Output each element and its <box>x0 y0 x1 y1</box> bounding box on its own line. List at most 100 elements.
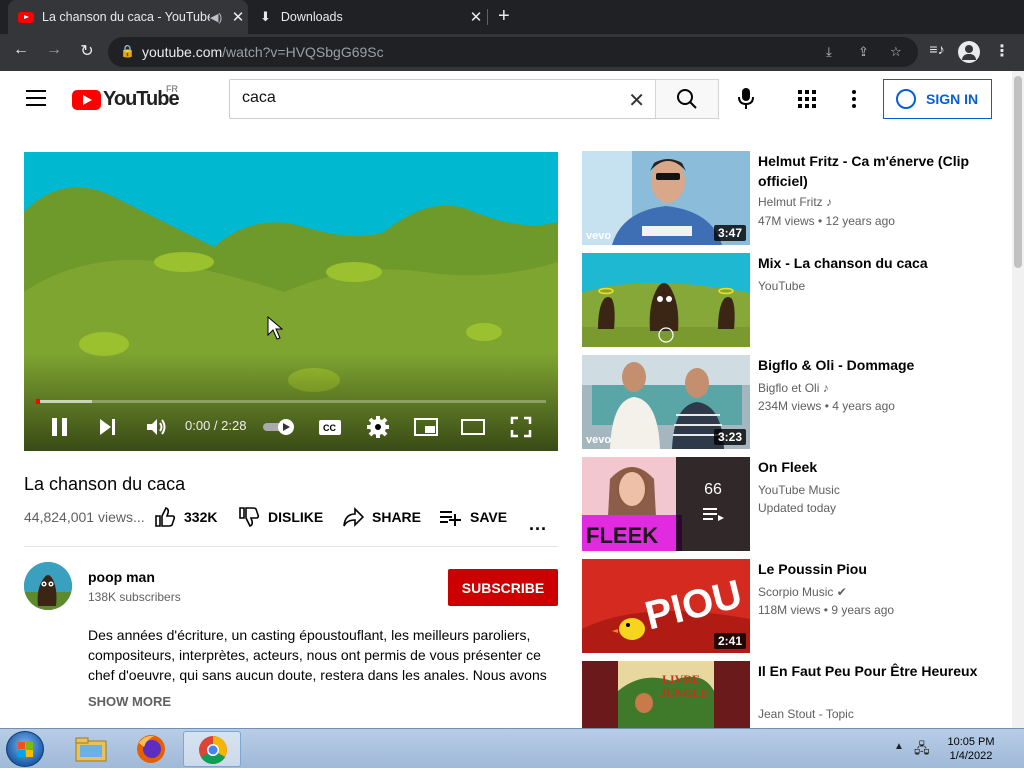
theater-mode-button[interactable] <box>460 416 486 441</box>
video-thumbnail[interactable]: vevo 3:23 <box>582 355 750 449</box>
search-input[interactable] <box>242 89 602 107</box>
next-button[interactable] <box>98 417 118 440</box>
recommendation-title[interactable]: Le Poussin Piou <box>758 559 998 579</box>
sign-in-button[interactable]: SIGN IN <box>883 79 992 119</box>
recommendation-channel[interactable]: Jean Stout - Topic <box>758 707 854 721</box>
recommendation-meta: 234M views • 4 years ago <box>758 399 895 413</box>
settings-button[interactable] <box>366 415 390 442</box>
recommendation-meta: Updated today <box>758 501 837 515</box>
share-button[interactable]: SHARE <box>342 506 421 528</box>
search-button[interactable] <box>655 79 719 119</box>
recommendation-item[interactable]: PIOU 2:41 Le Poussin Piou Scorpio Music … <box>582 559 1002 653</box>
reload-icon[interactable]: ↻ <box>76 41 98 61</box>
seek-bar[interactable] <box>36 399 546 404</box>
recommendation-channel[interactable]: YouTube Music <box>758 483 840 497</box>
search-box[interactable]: ✕ <box>229 79 656 119</box>
recommendation-item[interactable]: vevo 3:23 Bigflo & Oli - Dommage Bigflo … <box>582 355 1002 449</box>
recommendation-channel[interactable]: Scorpio Music ✔ <box>758 585 847 599</box>
recommendation-channel[interactable]: Helmut Fritz ♪ <box>758 195 832 209</box>
lock-icon[interactable]: 🔒 <box>120 44 135 58</box>
dislike-button[interactable]: DISLIKE <box>238 506 323 528</box>
start-button[interactable] <box>6 731 44 767</box>
tab-youtube[interactable]: La chanson du caca - YouTube ◀) ✕ <box>8 0 248 34</box>
video-title: La chanson du caca <box>24 474 186 494</box>
forward-icon[interactable]: → <box>43 41 65 59</box>
fullscreen-button[interactable] <box>510 416 532 441</box>
show-hidden-icons[interactable]: ▲ <box>894 741 904 752</box>
account-icon <box>896 89 916 109</box>
taskbar-firefox[interactable] <box>122 731 180 767</box>
playlist-thumbnail[interactable]: FLEEK 66 <box>582 457 750 551</box>
download-icon: ⬇ <box>260 9 271 24</box>
tab-downloads[interactable]: ⬇ Downloads ✕ <box>250 0 486 34</box>
recommendation-title[interactable]: Bigflo & Oli - Dommage <box>758 355 998 375</box>
duration-badge: 2:41 <box>713 633 746 649</box>
address-bar[interactable]: 🔒 youtube.com/watch?v=HVQSbgG69Sc ⤓ ⇪ ☆ <box>108 37 918 67</box>
close-tab-icon[interactable]: ✕ <box>228 8 248 26</box>
recommendation-channel[interactable]: YouTube <box>758 279 805 293</box>
view-count[interactable]: 44,824,001 views... <box>24 509 145 525</box>
microphone-icon[interactable] <box>736 87 756 116</box>
save-label: SAVE <box>470 509 508 525</box>
recommendation-item[interactable]: FLEEK 66 On Fleek YouTube Music Updated … <box>582 457 1002 551</box>
profile-avatar-icon[interactable] <box>958 41 980 63</box>
recommendation-item[interactable]: LIVRE JUNGLE Il En Faut Peu Pour Être He… <box>582 661 1002 728</box>
video-player[interactable]: 0:00 / 2:28 CC <box>24 152 558 451</box>
menu-hamburger-icon[interactable] <box>26 90 46 111</box>
recommendation-item[interactable]: Mix - La chanson du caca YouTube <box>582 253 1002 347</box>
scrollbar-thumb[interactable] <box>1014 76 1022 268</box>
channel-avatar[interactable] <box>24 562 72 610</box>
settings-kebab-icon[interactable] <box>852 90 856 111</box>
url-text[interactable]: youtube.com/watch?v=HVQSbgG69Sc <box>142 44 384 60</box>
video-description: Des années d'écriture, un casting époust… <box>88 627 547 683</box>
apps-grid-icon[interactable] <box>798 90 816 108</box>
browser-menu-icon[interactable]: ⋮ <box>991 41 1013 61</box>
like-button[interactable]: 332K <box>154 506 217 528</box>
next-icon <box>100 419 115 435</box>
back-icon[interactable]: ← <box>10 41 32 59</box>
speaker-icon[interactable]: ◀) <box>210 11 228 24</box>
show-more-button[interactable]: SHOW MORE <box>88 694 171 709</box>
save-button[interactable]: SAVE <box>438 506 507 528</box>
thumbnail-image: LIVRE JUNGLE <box>582 661 750 728</box>
taskbar-chrome[interactable] <box>183 731 241 767</box>
new-tab-button[interactable]: + <box>498 5 510 28</box>
volume-button[interactable] <box>145 416 167 441</box>
close-tab-icon[interactable]: ✕ <box>466 8 486 26</box>
taskbar-explorer[interactable] <box>62 731 120 767</box>
recommendation-title[interactable]: Helmut Fritz - Ca m'énerve (Clip officie… <box>758 151 998 191</box>
video-thumbnail[interactable]: vevo 3:47 <box>582 151 750 245</box>
youtube-logo[interactable]: YouTube FR <box>72 84 180 111</box>
system-clock[interactable]: 10:05 PM 1/4/2022 <box>940 735 1002 763</box>
miniplayer-button[interactable] <box>413 416 439 441</box>
url-path: /watch?v=HVQSbgG69Sc <box>222 44 384 60</box>
autoplay-toggle[interactable] <box>262 417 296 440</box>
captions-icon: CC <box>319 420 341 435</box>
media-control-icon[interactable]: ≡♪ <box>926 41 948 57</box>
browser-tab-strip: La chanson du caca - YouTube ◀) ✕ ⬇ Down… <box>0 0 1024 34</box>
firefox-icon <box>137 735 165 763</box>
search-icon <box>677 89 697 109</box>
recommendation-title[interactable]: Il En Faut Peu Pour Être Heureux <box>758 661 998 681</box>
poop-avatar-icon <box>24 562 72 610</box>
recommendation-channel[interactable]: Bigflo et Oli ♪ <box>758 381 829 395</box>
recommendation-title[interactable]: On Fleek <box>758 457 998 477</box>
recommendation-title[interactable]: Mix - La chanson du caca <box>758 253 998 273</box>
clear-search-icon[interactable]: ✕ <box>628 88 645 113</box>
channel-name[interactable]: poop man <box>88 569 155 585</box>
subscribe-button[interactable]: SUBSCRIBE <box>448 569 558 606</box>
more-actions-button[interactable]: ... <box>529 514 547 535</box>
network-icon[interactable]: 🖧 <box>914 738 930 762</box>
svg-text:FLEEK: FLEEK <box>586 523 658 548</box>
recommendation-item[interactable]: vevo 3:47 Helmut Fritz - Ca m'énerve (Cl… <box>582 151 1002 245</box>
video-thumbnail[interactable]: LIVRE JUNGLE <box>582 661 750 728</box>
page-scrollbar[interactable] <box>1012 71 1024 728</box>
share-icon[interactable]: ⇪ <box>858 44 869 60</box>
video-thumbnail[interactable]: PIOU 2:41 <box>582 559 750 653</box>
install-icon[interactable]: ⤓ <box>826 44 832 60</box>
bookmark-star-icon[interactable]: ☆ <box>890 44 902 60</box>
captions-button[interactable]: CC <box>318 416 342 441</box>
fullscreen-icon <box>510 416 532 438</box>
pause-button[interactable] <box>50 416 70 441</box>
video-thumbnail[interactable] <box>582 253 750 347</box>
